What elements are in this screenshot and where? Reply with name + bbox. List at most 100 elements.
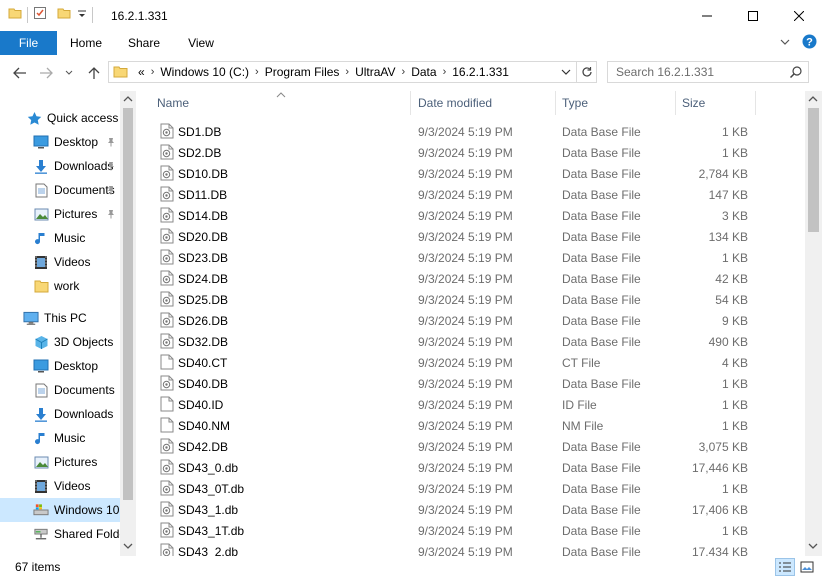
help-icon[interactable]: ?	[802, 34, 817, 52]
file-row[interactable]: SD40.CT 9/3/2024 5:19 PM CT File 4 KB	[154, 352, 752, 373]
sidebar-item-windows-10-c[interactable]: Windows 10 (C:)	[0, 498, 120, 522]
sidebar-item-pictures[interactable]: Pictures	[0, 450, 120, 474]
sidebar-item-this-pc[interactable]: This PC	[0, 306, 120, 330]
up-button[interactable]	[84, 63, 104, 83]
chevron-right-icon[interactable]: ›	[441, 62, 449, 82]
sidebar-item-desktop[interactable]: Desktop	[0, 354, 120, 378]
sidebar-item-shared-folders[interactable]: Shared Folders	[0, 522, 120, 546]
address-bar[interactable]: « › Windows 10 (C:) › Program Files › Ul…	[108, 61, 577, 83]
breadcrumb-overflow[interactable]: «	[134, 62, 149, 82]
sidebar-item-documents[interactable]: Documents	[0, 378, 120, 402]
maximize-button[interactable]	[730, 0, 776, 31]
file-row[interactable]: SD43_0T.db 9/3/2024 5:19 PM Data Base File…	[154, 478, 752, 499]
file-row[interactable]: SD43_1T.db 9/3/2024 5:19 PM Data Base File…	[154, 520, 752, 541]
search-icon[interactable]	[789, 65, 803, 82]
tab-file[interactable]: File	[0, 31, 57, 55]
file-row[interactable]: SD43_1.db 9/3/2024 5:19 PM Data Base File 1…	[154, 499, 752, 520]
file-row[interactable]: SD40.NM 9/3/2024 5:19 PM NM File 1 KB	[154, 415, 752, 436]
tab-home[interactable]: Home	[61, 31, 111, 55]
file-row[interactable]: SD32.DB 9/3/2024 5:19 PM Data Base File 490…	[154, 331, 752, 352]
recent-locations-button[interactable]	[62, 63, 76, 83]
file-row[interactable]: SD42.DB 9/3/2024 5:19 PM Data Base File 3,0…	[154, 436, 752, 457]
tab-view[interactable]: View	[176, 31, 226, 55]
tab-share[interactable]: Share	[119, 31, 169, 55]
large-icons-view-button[interactable]	[797, 558, 817, 576]
file-type: Data Base File	[562, 188, 641, 202]
file-name: SD10.DB	[178, 167, 229, 181]
blank-file-icon	[160, 354, 174, 373]
chevron-right-icon[interactable]: ›	[400, 62, 408, 82]
file-row[interactable]: SD11.DB 9/3/2024 5:19 PM Data Base File 147…	[154, 184, 752, 205]
close-button[interactable]	[776, 0, 822, 31]
sidebar-item-downloads[interactable]: Downloads	[0, 402, 120, 426]
database-file-icon	[160, 543, 174, 556]
file-row[interactable]: SD43_2.db 9/3/2024 5:19 PM Data Base File 1…	[154, 541, 752, 556]
scroll-up-icon[interactable]	[123, 95, 133, 103]
breadcrumb-item-ultraav[interactable]: UltraAV	[351, 62, 399, 82]
breadcrumb-item-drive[interactable]: Windows 10 (C:)	[156, 62, 253, 82]
breadcrumb-item-program-files[interactable]: Program Files	[261, 62, 344, 82]
nav-pane-scrollbar[interactable]	[120, 91, 136, 556]
file-list-scrollbar[interactable]	[805, 91, 822, 556]
file-name: SD26.DB	[178, 314, 229, 328]
file-type: Data Base File	[562, 293, 641, 307]
file-name: SD43_1.db	[178, 503, 239, 517]
file-size: 42 KB	[715, 272, 748, 286]
column-header-name[interactable]: Name	[151, 91, 411, 115]
video-icon	[33, 478, 49, 494]
file-row[interactable]: SD26.DB 9/3/2024 5:19 PM Data Base File 9 K…	[154, 310, 752, 331]
status-bar: 67 items	[0, 556, 822, 579]
sidebar-item-3d-objects[interactable]: 3D Objects	[0, 330, 120, 354]
file-row[interactable]: SD25.DB 9/3/2024 5:19 PM Data Base File 54 …	[154, 289, 752, 310]
file-row[interactable]: SD10.DB 9/3/2024 5:19 PM Data Base File 2,7…	[154, 163, 752, 184]
file-type: ID File	[562, 398, 597, 412]
expand-ribbon-icon[interactable]	[779, 36, 791, 51]
forward-button[interactable]	[36, 63, 56, 83]
sidebar-item-videos[interactable]: Videos	[0, 250, 120, 274]
scroll-up-icon[interactable]	[808, 95, 818, 103]
sidebar-item-music[interactable]: Music	[0, 226, 120, 250]
column-header-size[interactable]: Size	[676, 91, 756, 115]
file-row[interactable]: SD14.DB 9/3/2024 5:19 PM Data Base File 3 K…	[154, 205, 752, 226]
column-header-date-modified[interactable]: Date modified	[412, 91, 556, 115]
file-row[interactable]: SD20.DB 9/3/2024 5:19 PM Data Base File 134…	[154, 226, 752, 247]
chevron-right-icon[interactable]: ›	[343, 62, 351, 82]
sidebar-item-music[interactable]: Music	[0, 426, 120, 450]
folder-icon	[33, 278, 49, 294]
breadcrumb-item-data[interactable]: Data	[407, 62, 440, 82]
file-row[interactable]: SD1.DB 9/3/2024 5:19 PM Data Base File 1 KB	[154, 121, 752, 142]
new-folder-icon[interactable]	[57, 6, 71, 23]
sidebar-item-documents[interactable]: Documents	[0, 178, 120, 202]
properties-icon[interactable]	[33, 6, 47, 23]
file-row[interactable]: SD24.DB 9/3/2024 5:19 PM Data Base File 42 …	[154, 268, 752, 289]
details-view-button[interactable]	[775, 558, 795, 576]
sidebar-item-desktop[interactable]: Desktop	[0, 130, 120, 154]
scroll-down-icon[interactable]	[123, 542, 133, 550]
back-button[interactable]	[10, 63, 30, 83]
minimize-button[interactable]	[684, 0, 730, 31]
sidebar-item-pictures[interactable]: Pictures	[0, 202, 120, 226]
column-header-type[interactable]: Type	[556, 91, 676, 115]
nav-pane-scroll-thumb[interactable]	[123, 108, 133, 500]
customize-qat-icon[interactable]	[77, 8, 87, 22]
file-row[interactable]: SD40.ID 9/3/2024 5:19 PM ID File 1 KB	[154, 394, 752, 415]
file-name: SD11.DB	[178, 188, 228, 202]
refresh-button[interactable]	[577, 61, 597, 83]
file-row[interactable]: SD2.DB 9/3/2024 5:19 PM Data Base File 1 KB	[154, 142, 752, 163]
search-box[interactable]: Search 16.2.1.331	[607, 61, 809, 83]
file-list-scroll-thumb[interactable]	[808, 108, 819, 232]
sidebar-item-downloads[interactable]: Downloads	[0, 154, 120, 178]
file-row[interactable]: SD43_0.db 9/3/2024 5:19 PM Data Base File 1…	[154, 457, 752, 478]
address-dropdown-icon[interactable]	[560, 64, 574, 80]
sidebar-item-quick-access[interactable]: Quick access	[0, 106, 120, 130]
cube-icon	[33, 334, 49, 350]
scroll-down-icon[interactable]	[808, 542, 818, 550]
file-date-modified: 9/3/2024 5:19 PM	[418, 335, 513, 349]
sidebar-item-work[interactable]: work	[0, 274, 120, 298]
file-row[interactable]: SD40.DB 9/3/2024 5:19 PM Data Base File 1 K…	[154, 373, 752, 394]
chevron-right-icon[interactable]: ›	[149, 62, 157, 82]
chevron-right-icon[interactable]: ›	[253, 62, 261, 82]
breadcrumb-item-current[interactable]: 16.2.1.331	[448, 62, 513, 82]
sidebar-item-videos[interactable]: Videos	[0, 474, 120, 498]
file-row[interactable]: SD23.DB 9/3/2024 5:19 PM Data Base File 1 K…	[154, 247, 752, 268]
